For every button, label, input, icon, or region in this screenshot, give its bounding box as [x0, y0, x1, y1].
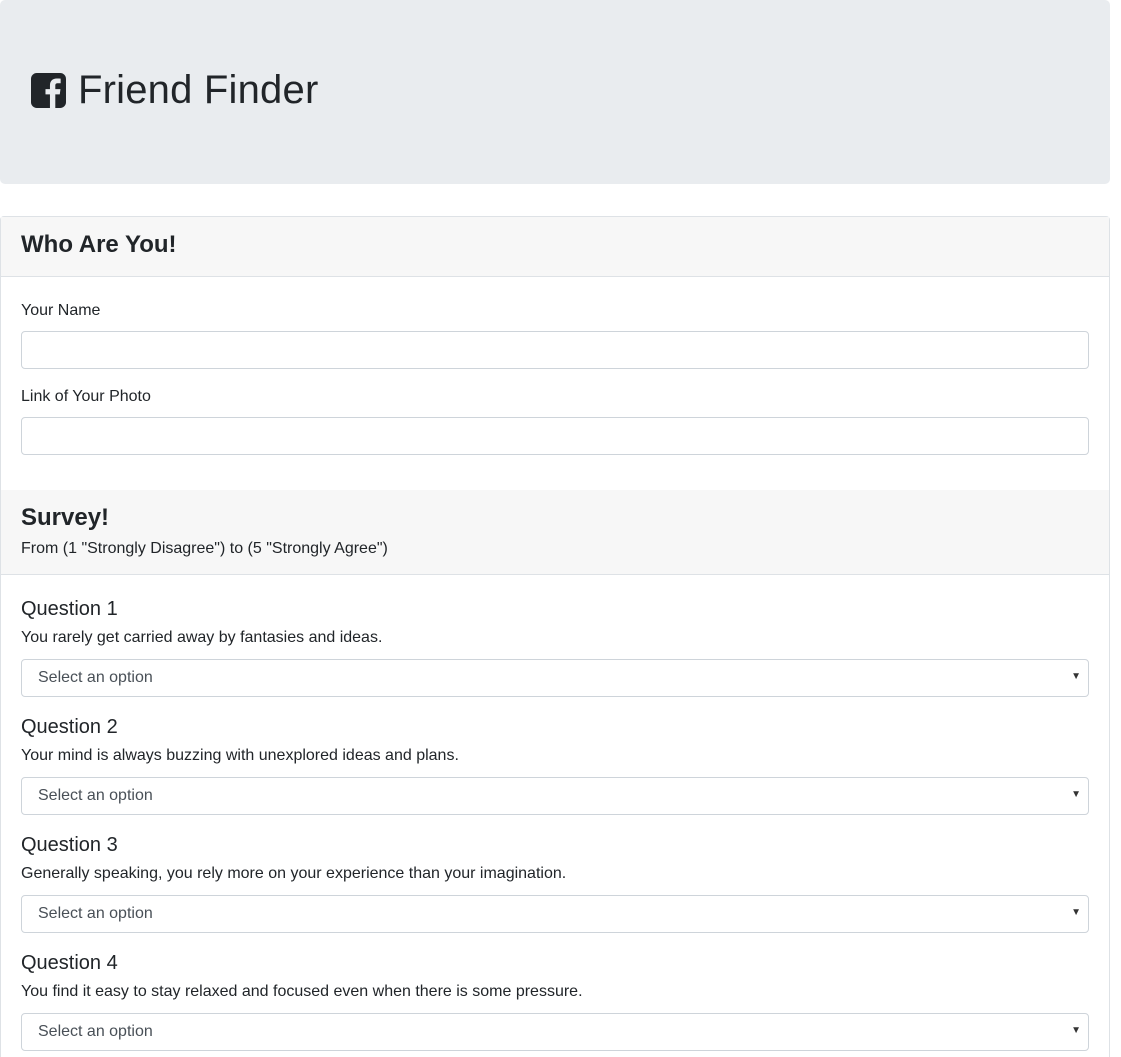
question-3-select[interactable]: Select an option ▼	[21, 895, 1089, 933]
question-title: Question 1	[21, 598, 118, 620]
survey-heading: Survey!	[21, 504, 110, 531]
question-3: Question 3 Generally speaking, you rely …	[21, 833, 1089, 933]
who-are-you-header: Who Are You!	[1, 217, 1109, 277]
brand: Friend Finder	[31, 66, 318, 114]
caret-down-icon: ▼	[1071, 1025, 1081, 1036]
select-value: Select an option	[38, 905, 153, 922]
survey-header: Survey! From (1 "Strongly Disagree") to …	[1, 490, 1109, 575]
name-label: Your Name	[21, 302, 101, 319]
survey-scale-note: From (1 "Strongly Disagree") to (5 "Stro…	[21, 540, 388, 557]
question-text: You find it easy to stay relaxed and foc…	[21, 983, 583, 1000]
question-2: Question 2 Your mind is always buzzing w…	[21, 715, 1089, 815]
photo-link-label: Link of Your Photo	[21, 388, 151, 405]
question-text: Your mind is always buzzing with unexplo…	[21, 747, 459, 764]
select-value: Select an option	[38, 1023, 153, 1040]
survey-form-card: Who Are You! Your Name Link of Your Phot…	[0, 216, 1110, 1057]
name-input[interactable]	[21, 331, 1089, 369]
question-title: Question 2	[21, 716, 118, 738]
question-title: Question 3	[21, 834, 118, 856]
question-title: Question 4	[21, 952, 118, 974]
select-value: Select an option	[38, 787, 153, 804]
question-text: You rarely get carried away by fantasies…	[21, 629, 383, 646]
question-4: Question 4 You find it easy to stay rela…	[21, 951, 1089, 1051]
select-value: Select an option	[38, 669, 153, 686]
question-1-select[interactable]: Select an option ▼	[21, 659, 1089, 697]
photo-link-input[interactable]	[21, 417, 1089, 455]
caret-down-icon: ▼	[1071, 671, 1081, 682]
facebook-square-icon	[31, 72, 66, 108]
page-header: Friend Finder	[0, 0, 1110, 184]
question-2-select[interactable]: Select an option ▼	[21, 777, 1089, 815]
question-1: Question 1 You rarely get carried away b…	[21, 597, 1089, 697]
question-text: Generally speaking, you rely more on you…	[21, 865, 567, 882]
who-are-you-heading: Who Are You!	[21, 231, 177, 258]
caret-down-icon: ▼	[1071, 907, 1081, 918]
question-4-select[interactable]: Select an option ▼	[21, 1013, 1089, 1051]
page-title: Friend Finder	[78, 68, 319, 112]
caret-down-icon: ▼	[1071, 789, 1081, 800]
